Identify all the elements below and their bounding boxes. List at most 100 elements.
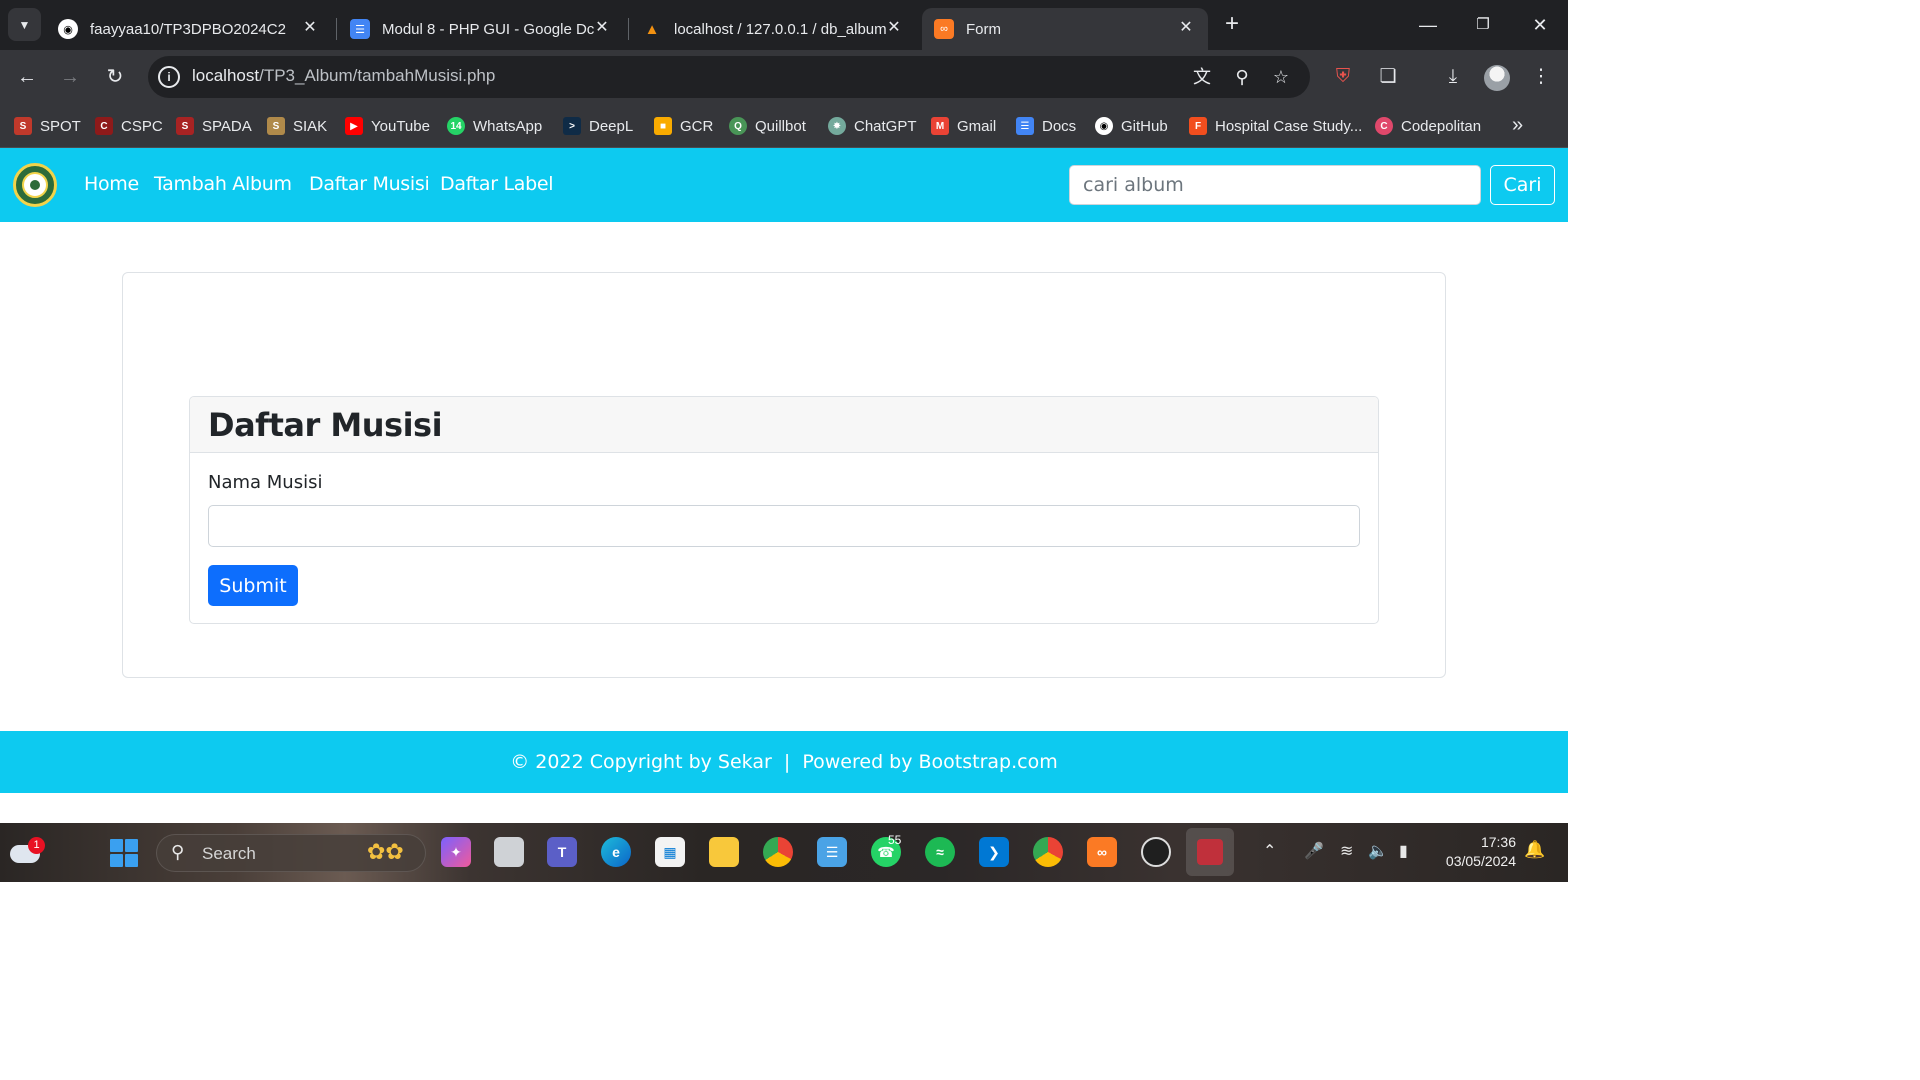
close-icon[interactable]: ✕ (1176, 17, 1196, 37)
bookmark-spada[interactable]: S SPADA (176, 114, 252, 138)
minimize-icon[interactable]: — (1413, 10, 1443, 40)
logo[interactable] (13, 163, 57, 207)
whatsapp-unread-count: 55 (888, 833, 902, 847)
bookmark-spot[interactable]: S SPOT (14, 114, 81, 138)
bookmark-gcr[interactable]: ■ GCR (654, 114, 713, 138)
copilot-icon[interactable]: ✦ (441, 837, 471, 867)
bookmark-github[interactable]: ◉ GitHub (1095, 114, 1168, 138)
bookmark-chatgpt[interactable]: ✸ ChatGPT (828, 114, 917, 138)
bookmark-hospital-case-study[interactable]: F Hospital Case Study... (1189, 114, 1362, 138)
teams-icon[interactable]: T (547, 837, 577, 867)
bookmark-whatsapp[interactable]: 14 WhatsApp (447, 114, 542, 138)
notification-bell-icon[interactable]: 🔔 (1524, 840, 1545, 860)
translate-icon[interactable]: 文 (1190, 65, 1214, 89)
bookmark-youtube[interactable]: ▶ YouTube (345, 114, 430, 138)
battery-icon[interactable]: ▮ (1399, 841, 1408, 861)
footer: © 2022 Copyright by Sekar | Powered by B… (0, 731, 1568, 793)
edge-icon[interactable]: e (601, 837, 631, 867)
bookmarks-bar: S SPOT C CSPC S SPADA S SIAK ▶ YouTube 14 What… (0, 104, 1568, 148)
search-input[interactable] (1069, 165, 1481, 205)
profile-avatar[interactable] (1484, 65, 1510, 91)
search-button[interactable]: Cari (1490, 165, 1555, 205)
browser-tab[interactable]: ◉ faayyaa10/TP3DPBO2024C2 ✕ (46, 8, 332, 50)
figma-icon: F (1189, 117, 1207, 135)
whatsapp-icon: 14 (447, 117, 465, 135)
vscode-icon[interactable]: ❯ (979, 837, 1009, 867)
double-chevron-right-icon[interactable]: » (1512, 114, 1523, 137)
windows-start-icon[interactable] (110, 839, 138, 867)
bookmark-deepl[interactable]: > DeepL (563, 114, 633, 138)
form-card: Daftar Musisi Nama Musisi Submit (189, 396, 1379, 624)
download-icon[interactable]: ⤓ (1439, 63, 1467, 91)
site-info-icon[interactable]: i (158, 66, 180, 88)
tab-title: faayyaa10/TP3DPBO2024C2 (90, 20, 286, 38)
url-host: localhost (192, 66, 260, 85)
bookmark-star-icon[interactable]: ☆ (1269, 65, 1293, 89)
file-explorer-icon[interactable] (709, 837, 739, 867)
search-icon: ⚲ (171, 842, 185, 862)
snipping-tool-icon[interactable] (1186, 828, 1234, 876)
clock[interactable]: 17:36 03/05/2024 (1430, 833, 1516, 871)
close-icon[interactable]: ✕ (884, 17, 904, 37)
browser-toolbar: ← → ↻ i localhost/TP3_Album/tambahMusisi… (0, 50, 1568, 104)
obs-icon[interactable] (1141, 837, 1171, 867)
bookmark-codepolitan[interactable]: C Codepolitan (1375, 114, 1481, 138)
chrome-icon[interactable] (763, 837, 793, 867)
browser-tab[interactable]: ☰ Modul 8 - PHP GUI - Google Dc ✕ (338, 8, 624, 50)
submit-button[interactable]: Submit (208, 565, 298, 606)
weather-widget[interactable]: 1 (10, 837, 45, 865)
back-arrow-icon[interactable]: ← (13, 63, 41, 91)
close-window-icon[interactable]: ✕ (1525, 10, 1555, 40)
spot-icon: S (14, 117, 32, 135)
notepad-icon[interactable]: ☰ (817, 837, 847, 867)
cspc-icon: C (95, 117, 113, 135)
nav-link-home[interactable]: Home (84, 173, 139, 195)
nav-link-daftar-musisi[interactable]: Daftar Musisi (309, 173, 430, 195)
wifi-icon[interactable]: ≋ (1340, 841, 1353, 861)
chatgpt-icon: ✸ (828, 117, 846, 135)
task-view-icon[interactable] (494, 837, 524, 867)
menu-kebab-icon[interactable]: ⋮ (1527, 63, 1555, 91)
address-bar[interactable]: i localhost/TP3_Album/tambahMusisi.php 文… (148, 56, 1310, 98)
windows-taskbar: 1 ⚲ Search ✿✿ ✦ T e ▦ ☰ ☎ 55 ≈ ❯ ∞ ⌃ 🎤 ≋… (0, 823, 1568, 882)
restore-icon[interactable]: ❐ (1468, 10, 1498, 40)
nama-musisi-input[interactable] (208, 505, 1360, 547)
zoom-icon[interactable]: ⚲ (1230, 65, 1254, 89)
browser-tab-bar: ▼ ◉ faayyaa10/TP3DPBO2024C2 ✕ ☰ Modul 8 … (0, 0, 1568, 50)
bookmark-docs[interactable]: ☰ Docs (1016, 114, 1076, 138)
bookmark-quillbot[interactable]: Q Quillbot (729, 114, 806, 138)
tab-divider (628, 18, 629, 40)
reload-icon[interactable]: ↻ (101, 63, 129, 91)
microsoft-store-icon[interactable]: ▦ (655, 837, 685, 867)
nav-link-daftar-label[interactable]: Daftar Label (440, 173, 554, 195)
bookmark-siak[interactable]: S SIAK (267, 114, 327, 138)
github-icon: ◉ (58, 19, 78, 39)
nav-link-tambah-album[interactable]: Tambah Album (154, 173, 292, 195)
taskbar-search[interactable]: ⚲ Search ✿✿ (156, 834, 426, 872)
codepolitan-icon: C (1375, 117, 1393, 135)
tab-title: localhost / 127.0.0.1 / db_album (674, 20, 886, 38)
close-icon[interactable]: ✕ (592, 17, 612, 37)
forward-arrow-icon[interactable]: → (56, 63, 84, 91)
browser-tab-active[interactable]: ∞ Form ✕ (922, 8, 1208, 50)
bookmark-gmail[interactable]: M Gmail (931, 114, 996, 138)
xampp-icon: ∞ (934, 19, 954, 39)
tab-title: Form (966, 20, 1001, 38)
extension-shield-icon[interactable]: ⛨ (1329, 63, 1357, 91)
chrome-active-icon[interactable] (1033, 837, 1063, 867)
clock-time: 17:36 (1480, 834, 1516, 850)
microphone-icon[interactable]: 🎤 (1304, 841, 1324, 861)
clock-date: 03/05/2024 (1445, 853, 1516, 869)
url-text[interactable]: localhost/TP3_Album/tambahMusisi.php (192, 66, 495, 86)
extensions-puzzle-icon[interactable]: ❏ (1374, 63, 1402, 91)
chevron-up-icon[interactable]: ⌃ (1263, 841, 1276, 861)
spotify-icon[interactable]: ≈ (925, 837, 955, 867)
xampp-icon[interactable]: ∞ (1087, 837, 1117, 867)
new-tab-icon[interactable]: + (1220, 12, 1244, 36)
tab-search-button[interactable]: ▼ (8, 8, 41, 41)
browser-tab[interactable]: ▲ localhost / 127.0.0.1 / db_album ✕ (630, 8, 916, 50)
notification-badge: 1 (28, 837, 45, 854)
bookmark-cspc[interactable]: C CSPC (95, 114, 163, 138)
close-icon[interactable]: ✕ (300, 17, 320, 37)
volume-icon[interactable]: 🔈 (1368, 841, 1388, 861)
